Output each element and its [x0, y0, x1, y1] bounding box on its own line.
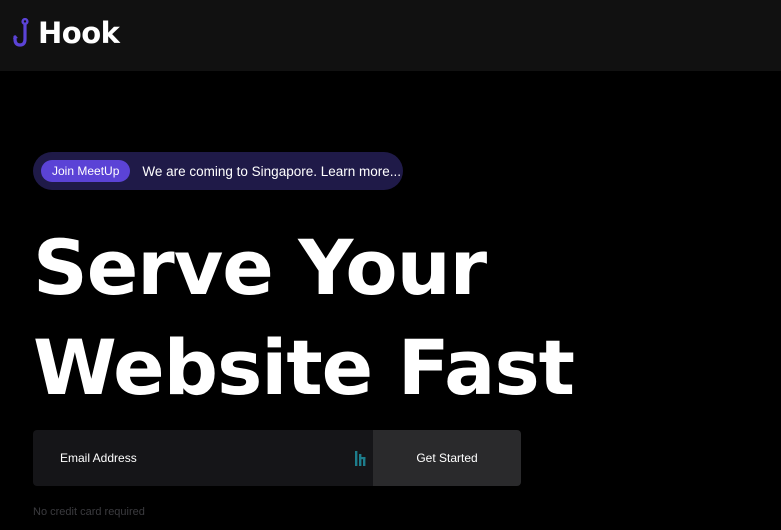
top-navbar: Hook — [0, 0, 781, 71]
signup-form: Get Started — [33, 430, 521, 486]
no-credit-card-note: No credit card required — [33, 506, 145, 518]
email-field-wrapper — [33, 430, 373, 486]
hero-headline: Serve Your Website Fast — [33, 218, 575, 418]
brand-logo-link[interactable]: Hook — [12, 15, 120, 51]
announcement-banner[interactable]: Join MeetUp We are coming to Singapore. … — [33, 152, 403, 190]
password-manager-icon[interactable] — [355, 451, 367, 466]
brand-name: Hook — [38, 16, 120, 50]
fish-hook-icon — [13, 18, 29, 47]
hero-headline-line-1: Serve Your — [33, 223, 487, 312]
announcement-message-link[interactable]: We are coming to Singapore. Learn more..… — [142, 164, 401, 179]
join-meetup-badge[interactable]: Join MeetUp — [41, 160, 131, 182]
get-started-button[interactable]: Get Started — [373, 430, 521, 486]
email-input[interactable] — [33, 430, 333, 486]
hero-headline-line-2: Website Fast — [33, 323, 575, 412]
